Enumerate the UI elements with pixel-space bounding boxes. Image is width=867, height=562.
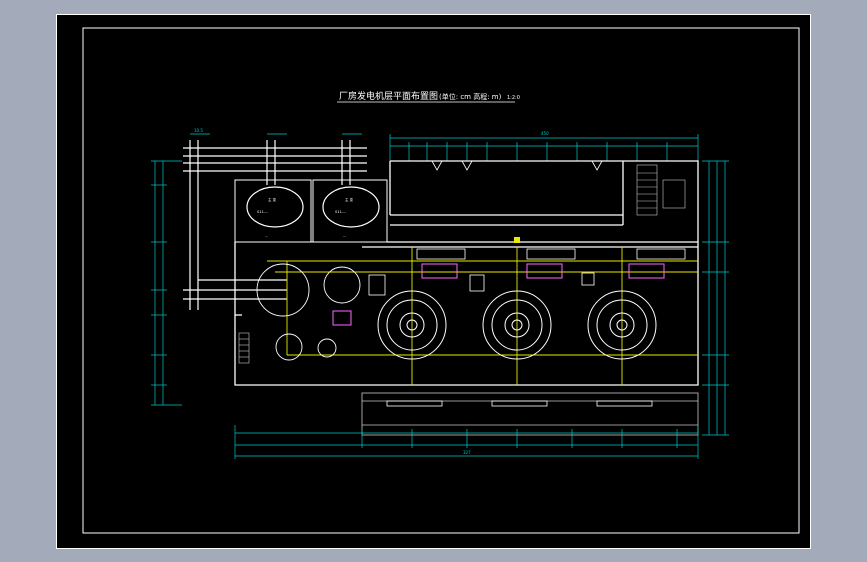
stairwell-left xyxy=(238,332,250,364)
drawing-title-note: (单位: cm 高程: m) xyxy=(439,92,502,101)
transformer-2-base: ... xyxy=(343,234,346,238)
right-dimension-chain xyxy=(702,160,729,436)
door-swings xyxy=(431,160,603,171)
transformer-1-spec: S11-... xyxy=(257,210,268,214)
drawing-title: 厂房发电机层平面布置图 xyxy=(339,90,438,102)
transformer-1-base: ... xyxy=(265,234,268,238)
axis-lines xyxy=(267,247,698,385)
top-dimension-chain xyxy=(389,134,699,161)
transformer-2-tag: 主 变 xyxy=(345,197,354,202)
center-marker xyxy=(514,237,520,243)
transformer-1-tag: 主 变 xyxy=(268,197,277,202)
crane-rail-block xyxy=(361,392,699,436)
transformer-1 xyxy=(246,186,304,228)
cad-viewport[interactable]: 厂房发电机层平面布置图 (单位: cm 高程: m) 1:2:0 450 10.… xyxy=(56,14,811,549)
auxiliary-equipment xyxy=(256,263,361,361)
transformer-2 xyxy=(322,186,380,228)
drawing-scale: 1:2:0 xyxy=(507,95,520,101)
pad-dimension-1: 10.5 xyxy=(194,128,203,133)
floor-plan-drawing: 厂房发电机层平面布置图 (单位: cm 高程: m) 1:2:0 450 10.… xyxy=(82,27,800,534)
stairwell xyxy=(636,164,686,216)
top-dimension-total: 450 xyxy=(541,131,549,136)
bottom-dimension-total: 327 xyxy=(463,450,471,455)
transformer-2-spec: S11-... xyxy=(335,210,346,214)
left-dimension-chain xyxy=(151,160,182,406)
